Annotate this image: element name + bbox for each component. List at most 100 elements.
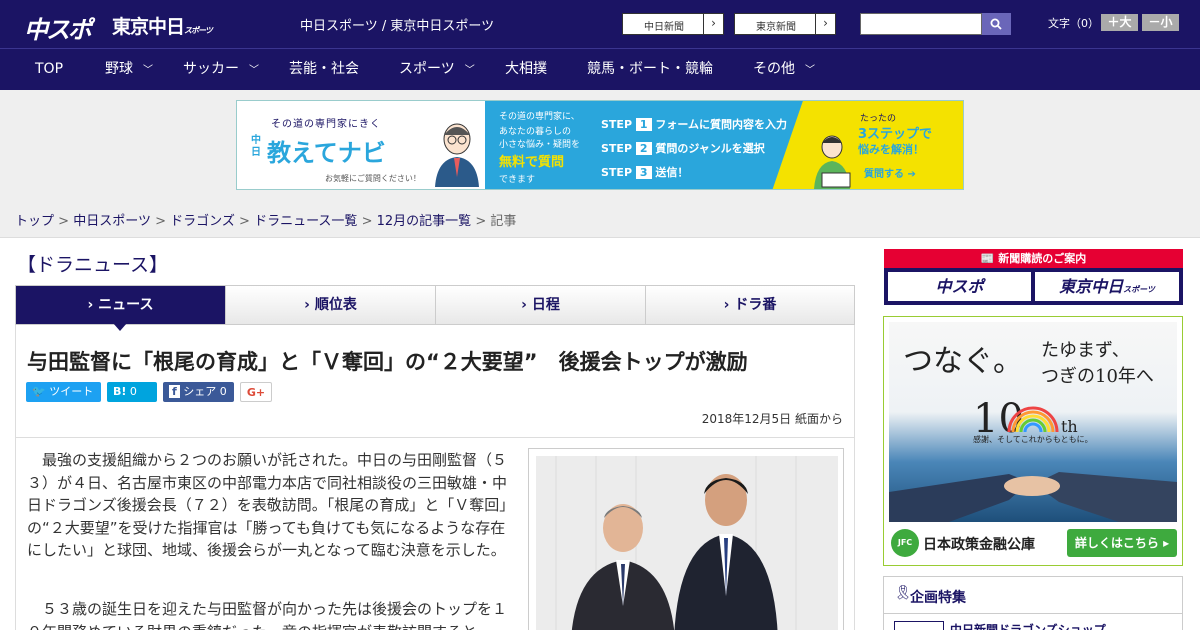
tokyo-shimbun-label: 東京新聞 bbox=[756, 22, 796, 33]
breadcrumb-current: 記事 bbox=[490, 214, 517, 229]
jfc-advertisement[interactable]: つなぐ。 たゆまず、 つぎの10年へ 10 th 感謝、そしてこれからもともに。… bbox=[883, 316, 1183, 566]
facebook-share-button[interactable]: f シェア 0 bbox=[163, 382, 234, 402]
tab-schedule[interactable]: › 日程 bbox=[436, 286, 646, 324]
newspaper-icon: 📰 bbox=[980, 252, 995, 265]
two-men-handshake-image bbox=[536, 456, 838, 630]
nav-item-sports[interactable]: スポーツ ﹀ bbox=[399, 49, 475, 91]
breadcrumb-separator: > bbox=[155, 214, 166, 229]
rainbow-10th-logo: 10 th bbox=[973, 396, 1078, 438]
chevron-right-icon: › bbox=[87, 297, 94, 313]
feature-section: 🎗 企画特集 中日新聞ドラゴンズショップ bbox=[883, 576, 1183, 630]
nav-label: 野球 bbox=[105, 61, 133, 77]
nav-label: その他 bbox=[753, 61, 795, 77]
user-illustration bbox=[814, 135, 851, 189]
tokyo-logo-suffix: スポーツ bbox=[184, 26, 213, 35]
step1-number: 1 bbox=[635, 118, 652, 131]
chuspo-logo[interactable]: 中スポ bbox=[24, 10, 92, 45]
dragons-shop-thumbnail[interactable] bbox=[894, 621, 944, 630]
breadcrumb-link-chunichi-sports[interactable]: 中日スポーツ bbox=[73, 214, 151, 229]
breadcrumb-link-top[interactable]: トップ bbox=[15, 214, 54, 229]
jfc-ad-footer: JFC 日本政策金融公庫 詳しくはこちら ▸ bbox=[889, 525, 1177, 561]
nav-item-soccer[interactable]: サッカー ﹀ bbox=[183, 49, 259, 91]
search-button[interactable] bbox=[982, 13, 1011, 35]
tokyo-logo-text: 東京中日 bbox=[112, 16, 185, 38]
nav-item-entertainment[interactable]: 芸能・社会 bbox=[289, 49, 359, 91]
subscribe-chuspo-button[interactable]: 中スポ bbox=[888, 272, 1031, 301]
breadcrumb-separator: > bbox=[475, 214, 487, 229]
subscribe-tokyo-chunichi-button[interactable]: 東京中日スポーツ bbox=[1035, 272, 1179, 301]
nav-item-other[interactable]: その他 ﹀ bbox=[753, 49, 815, 91]
article-photo[interactable] bbox=[528, 448, 844, 630]
hatena-icon: B! bbox=[113, 385, 127, 398]
step-word: STEP bbox=[601, 142, 633, 155]
breadcrumb-separator: > bbox=[361, 214, 373, 229]
jfc-brand-name: 日本政策金融公庫 bbox=[923, 537, 1035, 553]
step3-label: STEP 3 送信！ bbox=[601, 164, 688, 180]
tab-label: ドラ番 bbox=[734, 297, 777, 313]
main-nav: TOP 野球 ﹀ サッカー ﹀ 芸能・社会 スポーツ ﹀ 大相撲 競馬・ボート・競輪 … bbox=[0, 48, 1200, 90]
chevron-right-icon: › bbox=[815, 14, 835, 34]
breadcrumb-link-dragons[interactable]: ドラゴンズ bbox=[170, 214, 235, 229]
chevron-down-icon: ﹀ bbox=[249, 65, 259, 76]
nav-label: 競馬・ボート・競輪 bbox=[587, 61, 713, 77]
tokyo-chunichi-logo[interactable]: 東京中日スポーツ bbox=[112, 12, 213, 39]
tokyo-shimbun-button[interactable]: 東京新聞 › bbox=[734, 13, 836, 35]
banner-mid-text2: あなたの暮らしの bbox=[499, 127, 572, 137]
tweet-label: ツイート bbox=[49, 385, 94, 398]
banner-brand-sub: お気軽にご質問ください！ bbox=[325, 174, 421, 183]
tab-label: ニュース bbox=[98, 297, 154, 313]
subscription-banner[interactable]: 📰 新聞購読のご案内 中スポ 東京中日スポーツ bbox=[884, 249, 1183, 305]
article-date: 2018年12月5日 紙面から bbox=[701, 412, 843, 426]
banner-mid-text4: できます bbox=[499, 175, 536, 185]
ad-tagline: 感謝、そしてこれからもともに。 bbox=[973, 435, 1093, 444]
breadcrumb-separator: > bbox=[58, 214, 70, 229]
banner-question-button[interactable]: 質問する ➔ bbox=[864, 165, 916, 180]
site-header: 中スポ 東京中日スポーツ 中日スポーツ / 東京中日スポーツ 中日新聞 › 東京… bbox=[0, 0, 1200, 48]
step3-number: 3 bbox=[635, 166, 652, 179]
nav-item-sumo[interactable]: 大相撲 bbox=[505, 49, 547, 91]
banner-brand-prefix: 中日 bbox=[251, 135, 261, 158]
font-size-label: 文字（0） bbox=[1048, 17, 1099, 30]
chunichi-shimbun-button[interactable]: 中日新聞 › bbox=[622, 13, 724, 35]
hatena-bookmark-button[interactable]: B! 0 bbox=[107, 382, 157, 402]
nav-item-baseball[interactable]: 野球 ﹀ bbox=[105, 49, 153, 91]
section-tabs: › ニュース › 順位表 › 日程 › ドラ番 bbox=[15, 285, 855, 325]
nav-item-keiba[interactable]: 競馬・ボート・競輪 bbox=[587, 49, 713, 91]
tab-dora-ban[interactable]: › ドラ番 bbox=[646, 286, 854, 324]
feature-item-link[interactable]: 中日新聞ドラゴンズショップ bbox=[950, 621, 1106, 630]
step1-text: フォームに質問内容を入力 bbox=[655, 118, 788, 131]
font-larger-button[interactable]: ＋大 bbox=[1101, 14, 1138, 31]
hatena-count: 0 bbox=[129, 385, 137, 398]
tab-standings[interactable]: › 順位表 bbox=[226, 286, 436, 324]
tab-label: 日程 bbox=[531, 297, 560, 313]
nav-label: サッカー bbox=[183, 61, 239, 77]
breadcrumb-link-december-articles[interactable]: 12月の記事一覧 bbox=[377, 214, 472, 229]
nav-label: スポーツ bbox=[399, 61, 455, 77]
chevron-right-icon: › bbox=[304, 297, 310, 313]
step-word: STEP bbox=[601, 166, 633, 179]
tab-news[interactable]: › ニュース bbox=[16, 286, 226, 324]
breadcrumb-separator: > bbox=[239, 214, 250, 229]
banner-brand-panel: その道の専門家にきく 中日 教えてナビ お気軽にご質問ください！ bbox=[237, 101, 485, 189]
oshiete-navi-banner[interactable]: その道の専門家にきく 中日 教えてナビ お気軽にご質問ください！ その道の専門家… bbox=[236, 100, 964, 190]
fb-share-label: シェア bbox=[183, 385, 217, 398]
banner-cta-panel: たったの 3ステップで 悩みを解消！ 質問する ➔ bbox=[772, 101, 963, 189]
ad-headline-1: つなぐ。 bbox=[903, 344, 1023, 379]
google-plus-button[interactable]: G+ bbox=[240, 382, 272, 402]
handshake-image bbox=[889, 472, 1177, 522]
step1-label: STEP 1 フォームに質問内容を入力 bbox=[601, 116, 787, 132]
jfc-logo-icon: JFC bbox=[891, 529, 919, 557]
nav-item-top[interactable]: TOP bbox=[35, 49, 63, 91]
search-input[interactable] bbox=[860, 13, 982, 35]
banner-question-label: 質問する bbox=[864, 169, 904, 180]
jfc-details-button[interactable]: 詳しくはこちら ▸ bbox=[1067, 529, 1177, 557]
breadcrumb: トップ > 中日スポーツ > ドラゴンズ > ドラニュース一覧 > 12月の記事… bbox=[15, 210, 516, 229]
tweet-button[interactable]: 🐦 ツイート bbox=[26, 382, 101, 402]
banner-mid-highlight: 無料で質問 bbox=[499, 155, 565, 170]
font-smaller-button[interactable]: －小 bbox=[1142, 14, 1179, 31]
nav-label: 芸能・社会 bbox=[289, 61, 359, 77]
facebook-icon: f bbox=[169, 385, 180, 398]
step3-text: 送信！ bbox=[655, 166, 689, 179]
breadcrumb-link-dora-news-list[interactable]: ドラニュース一覧 bbox=[254, 214, 357, 229]
feature-divider bbox=[884, 613, 1182, 614]
